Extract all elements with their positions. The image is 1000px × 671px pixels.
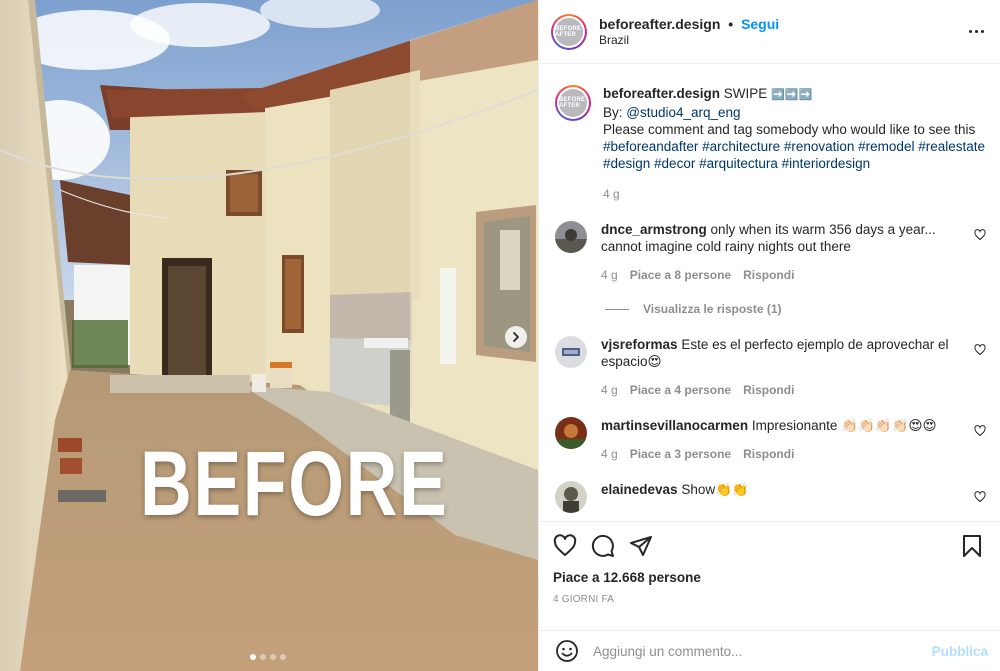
comment-time[interactable]: 4 g [601,267,618,284]
caption-time[interactable]: 4 g [603,186,620,203]
author-info: beforeafter.design • Segui Brazil [599,16,779,48]
view-replies-label: Visualizza le risposte (1) [643,302,782,316]
author-username[interactable]: beforeafter.design [599,16,720,32]
post-header: BEFORE AFTER beforeafter.design • Segui … [539,0,1000,64]
reply-button[interactable]: Rispondi [743,446,794,463]
heart-icon[interactable] [974,491,986,503]
comment-text: Impresionante 👏🏻👏🏻👏🏻👏🏻😍😍 [751,418,937,433]
reply-button[interactable]: Rispondi [743,267,794,284]
instagram-post: BEFORE BEFORE AFTER beforeafter.design • [0,0,1000,671]
more-options-button[interactable] [967,22,986,41]
caption-arrows: ➡️➡️➡️ [771,89,813,101]
chevron-right-icon [513,332,519,342]
caption-avatar[interactable]: BEFORE AFTER [555,85,591,121]
add-comment-bar: Pubblica [539,630,1000,671]
heart-icon[interactable] [974,229,986,241]
comment-icon[interactable] [591,534,615,558]
post-photo[interactable]: BEFORE [0,0,538,671]
share-icon[interactable] [629,534,653,558]
post-location[interactable]: Brazil [599,32,779,48]
comment-likes[interactable]: Piace a 4 persone [630,382,731,399]
comment-likes[interactable]: Piace a 3 persone [630,446,731,463]
heart-icon[interactable] [974,425,986,437]
carousel-indicator [250,654,286,660]
caption-by-prefix: By: [603,105,627,120]
follow-separator: • [728,15,734,32]
comment-avatar[interactable] [555,417,587,449]
comment-time[interactable]: 4 g [601,382,618,399]
post-age[interactable]: 4 GIORNI FA [553,594,984,605]
comment-username[interactable]: martinsevillanocarmen [601,418,748,433]
carousel-dot [270,654,276,660]
caption-hashtags[interactable]: #beforeandafter #architecture #renovatio… [603,138,986,172]
caption-mention[interactable]: @studio4_arq_eng [626,105,740,120]
comment-username[interactable]: dnce_armstrong [601,222,707,237]
comment-item: elainedevas Show👏👏 [555,481,986,513]
caption-username[interactable]: beforeafter.design [603,86,720,101]
house-photo-illustration [0,0,538,671]
comment-avatar[interactable] [555,481,587,513]
carousel-next-button[interactable] [505,326,527,348]
before-overlay-text: BEFORE [140,433,449,535]
follow-button[interactable]: Segui [741,16,779,32]
post-sidebar: BEFORE AFTER beforeafter.design • Segui … [538,0,1000,671]
avatar-logo: BEFORE AFTER [555,17,583,46]
comment-username[interactable]: elainedevas [601,482,678,497]
bookmark-icon[interactable] [960,534,984,558]
comment-input[interactable] [593,643,932,659]
carousel-dot [280,654,286,660]
author-avatar[interactable]: BEFORE AFTER [551,13,587,50]
caption-head: SWIPE [723,86,768,101]
comment-time[interactable]: 4 g [601,446,618,463]
comment-item: martinsevillanocarmen Impresionante 👏🏻👏🏻… [555,417,986,463]
comment-likes[interactable]: Piace a 8 persone [630,267,731,284]
comment-item: dnce_armstrong only when its warm 356 da… [555,221,986,284]
comment-item: vjsreformas Este es el perfecto ejemplo … [555,336,986,399]
heart-icon[interactable] [553,534,577,558]
reply-button[interactable]: Rispondi [743,382,794,399]
likes-count[interactable]: Piace a 12.668 persone [553,570,984,585]
post-actions: Piace a 12.668 persone 4 GIORNI FA [539,521,1000,605]
caption-line: Please comment and tag somebody who woul… [603,122,976,137]
comments-list: BEFORE AFTER beforeafter.design SWIPE ➡️… [539,65,1000,521]
caption: BEFORE AFTER beforeafter.design SWIPE ➡️… [555,85,986,203]
more-icon [969,30,972,33]
comment-text: Show👏👏 [681,482,749,497]
emoji-icon[interactable] [555,639,579,663]
comment-username[interactable]: vjsreformas [601,337,678,352]
comment-avatar[interactable] [555,336,587,368]
view-replies-button[interactable]: Visualizza le risposte (1) [605,302,986,316]
carousel-dot [250,654,256,660]
publish-button[interactable]: Pubblica [932,644,988,659]
heart-icon[interactable] [974,344,986,356]
carousel-dot [260,654,266,660]
action-icons [553,534,984,558]
comment-avatar[interactable] [555,221,587,253]
